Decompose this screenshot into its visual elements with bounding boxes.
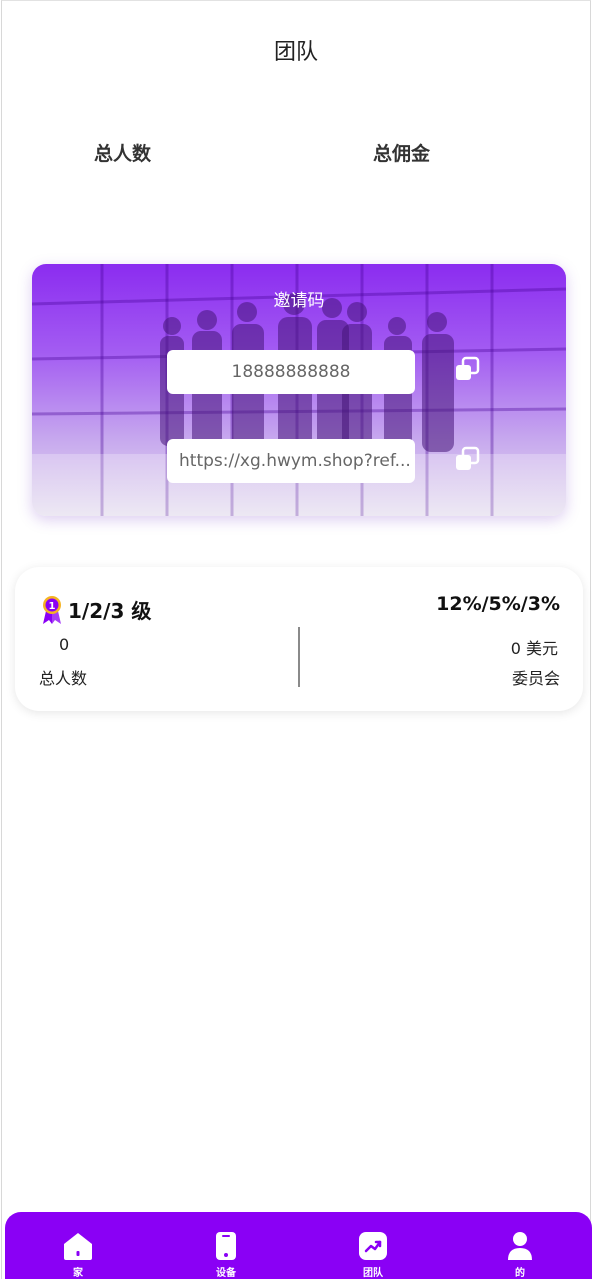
app-frame: 团队 总人数 总佣金 邀请码 18888888888 https://xg.hw…	[1, 0, 592, 1279]
people-count: 0	[59, 635, 70, 654]
people-count-label: 总人数	[39, 669, 88, 688]
commission-amount: 0 美元	[510, 639, 558, 658]
total-people-label: 总人数	[94, 143, 152, 165]
copy-link-icon[interactable]	[454, 446, 480, 472]
divider	[298, 627, 300, 687]
commission-rates: 12%/5%/3%	[436, 593, 560, 615]
tab-device-label: 设备	[216, 1268, 236, 1279]
invite-code-title: 邀请码	[273, 291, 325, 311]
home-icon	[64, 1233, 92, 1260]
level-title: 1/2/3 级	[68, 599, 152, 623]
total-commission-label: 总佣金	[373, 143, 431, 165]
tab-home-label: 家	[73, 1268, 83, 1279]
chart-icon	[359, 1232, 387, 1260]
invite-link-field[interactable]: https://xg.hwym.shop?ref...	[167, 439, 415, 483]
tab-team[interactable]: 团队	[333, 1212, 413, 1279]
tab-team-label: 团队	[363, 1268, 383, 1279]
tab-mine[interactable]: 的	[480, 1212, 560, 1279]
commission-amount-label: 委员会	[511, 669, 560, 688]
tab-device[interactable]: 设备	[186, 1212, 266, 1279]
copy-code-icon[interactable]	[454, 356, 480, 382]
medal-icon: 1	[43, 596, 61, 624]
bottom-tab-bar: 家 设备 团队 的	[5, 1212, 592, 1279]
svg-text:1: 1	[49, 601, 56, 612]
tab-mine-label: 的	[515, 1268, 525, 1279]
invite-card: 邀请码 18888888888 https://xg.hwym.shop?ref…	[32, 264, 566, 516]
invite-code-field[interactable]: 18888888888	[167, 350, 415, 394]
user-icon	[508, 1232, 532, 1260]
phone-icon	[216, 1232, 236, 1260]
tab-home[interactable]: 家	[38, 1212, 118, 1279]
level-card: 1 1/2/3 级 12%/5%/3% 0 总人数 0 美元 委员会	[15, 567, 583, 711]
page-title: 团队	[273, 40, 318, 65]
